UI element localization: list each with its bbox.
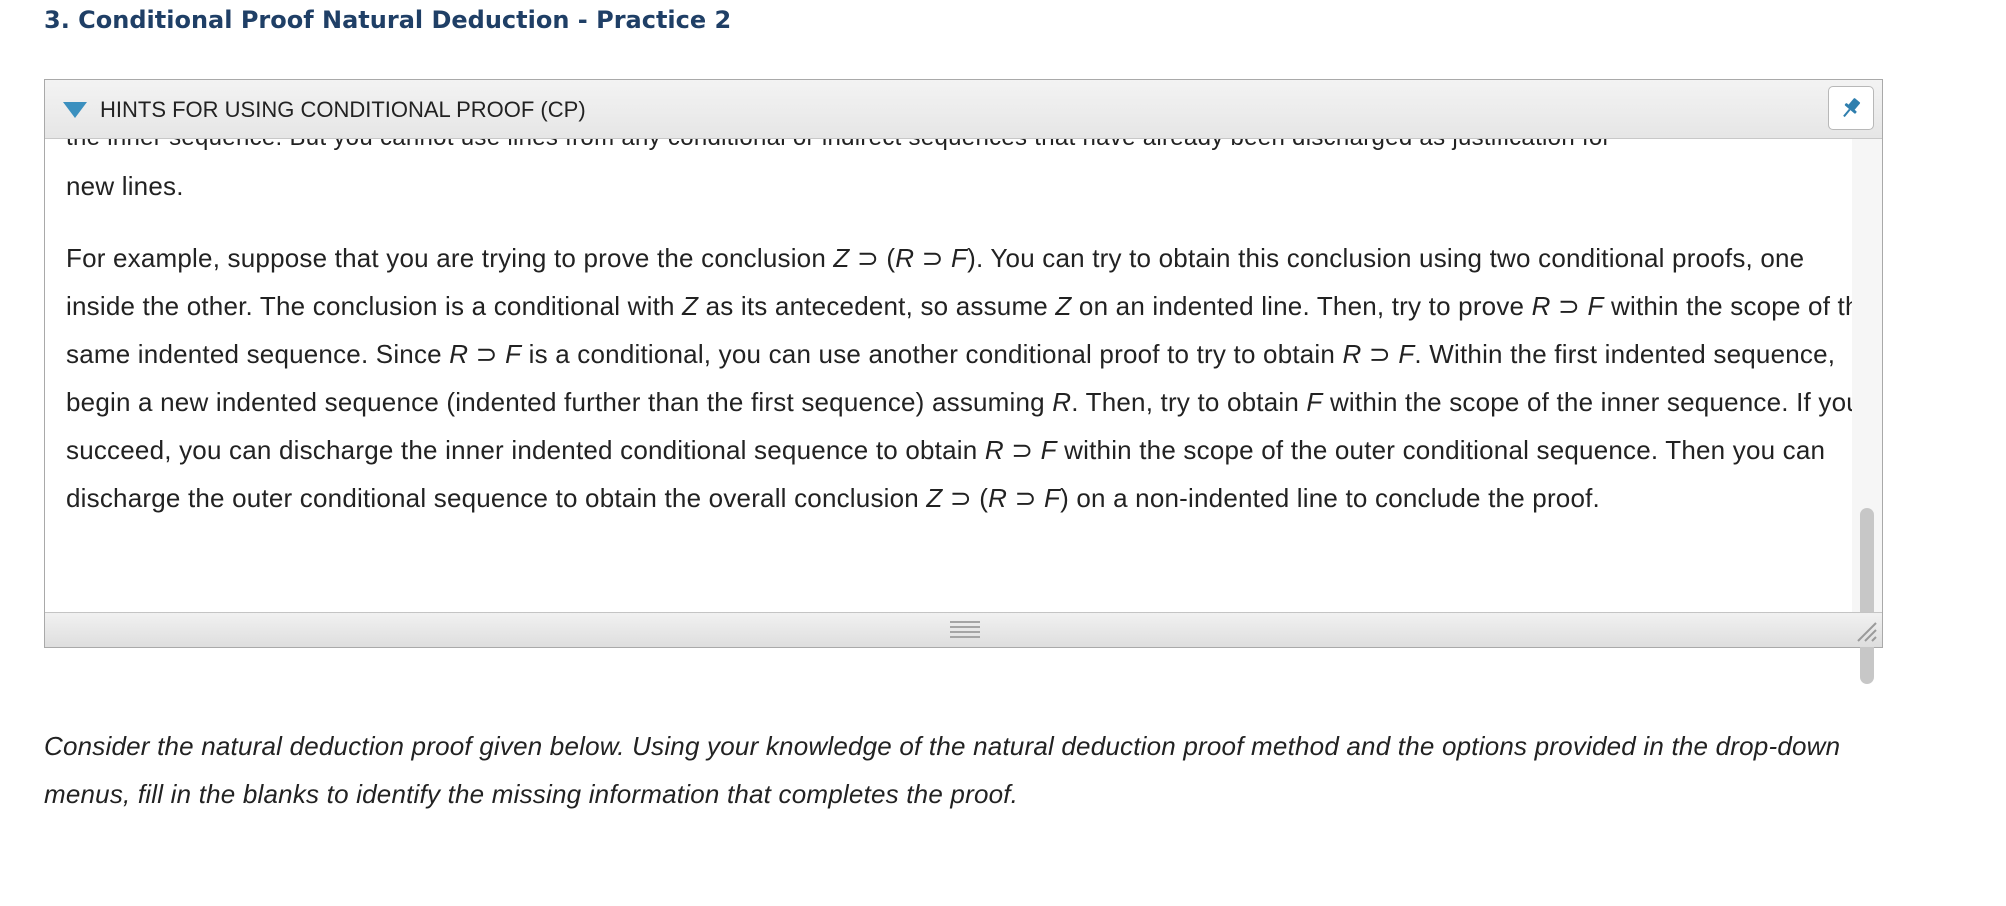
drag-grip-icon[interactable] xyxy=(950,621,980,639)
resize-handle-icon[interactable] xyxy=(1854,619,1878,643)
scrollbar-thumb[interactable] xyxy=(1860,508,1874,684)
hints-panel-title[interactable]: HINTS FOR USING CONDITIONAL PROOF (CP) xyxy=(100,97,586,123)
hint-paragraph-1: new lines. xyxy=(66,171,184,201)
hint-paragraph-2: For example, suppose that you are trying… xyxy=(66,243,1852,513)
triangle-down-icon[interactable] xyxy=(63,102,87,118)
hints-panel: HINTS FOR USING CONDITIONAL PROOF (CP) t… xyxy=(44,79,1883,684)
hints-content: the inner sequence. But you cannot use l… xyxy=(45,138,1852,613)
question-text: Consider the natural deduction proof giv… xyxy=(44,731,1841,809)
page-title: 3. Conditional Proof Natural Deduction -… xyxy=(44,6,732,34)
hints-panel-footer xyxy=(45,612,1882,647)
hints-panel-header[interactable]: HINTS FOR USING CONDITIONAL PROOF (CP) xyxy=(45,80,1882,139)
scrollbar-track[interactable] xyxy=(1852,138,1882,684)
pin-button[interactable] xyxy=(1828,86,1874,130)
clipped-text-line: the inner sequence. But you cannot use l… xyxy=(66,138,1611,152)
pin-icon xyxy=(1843,98,1861,118)
